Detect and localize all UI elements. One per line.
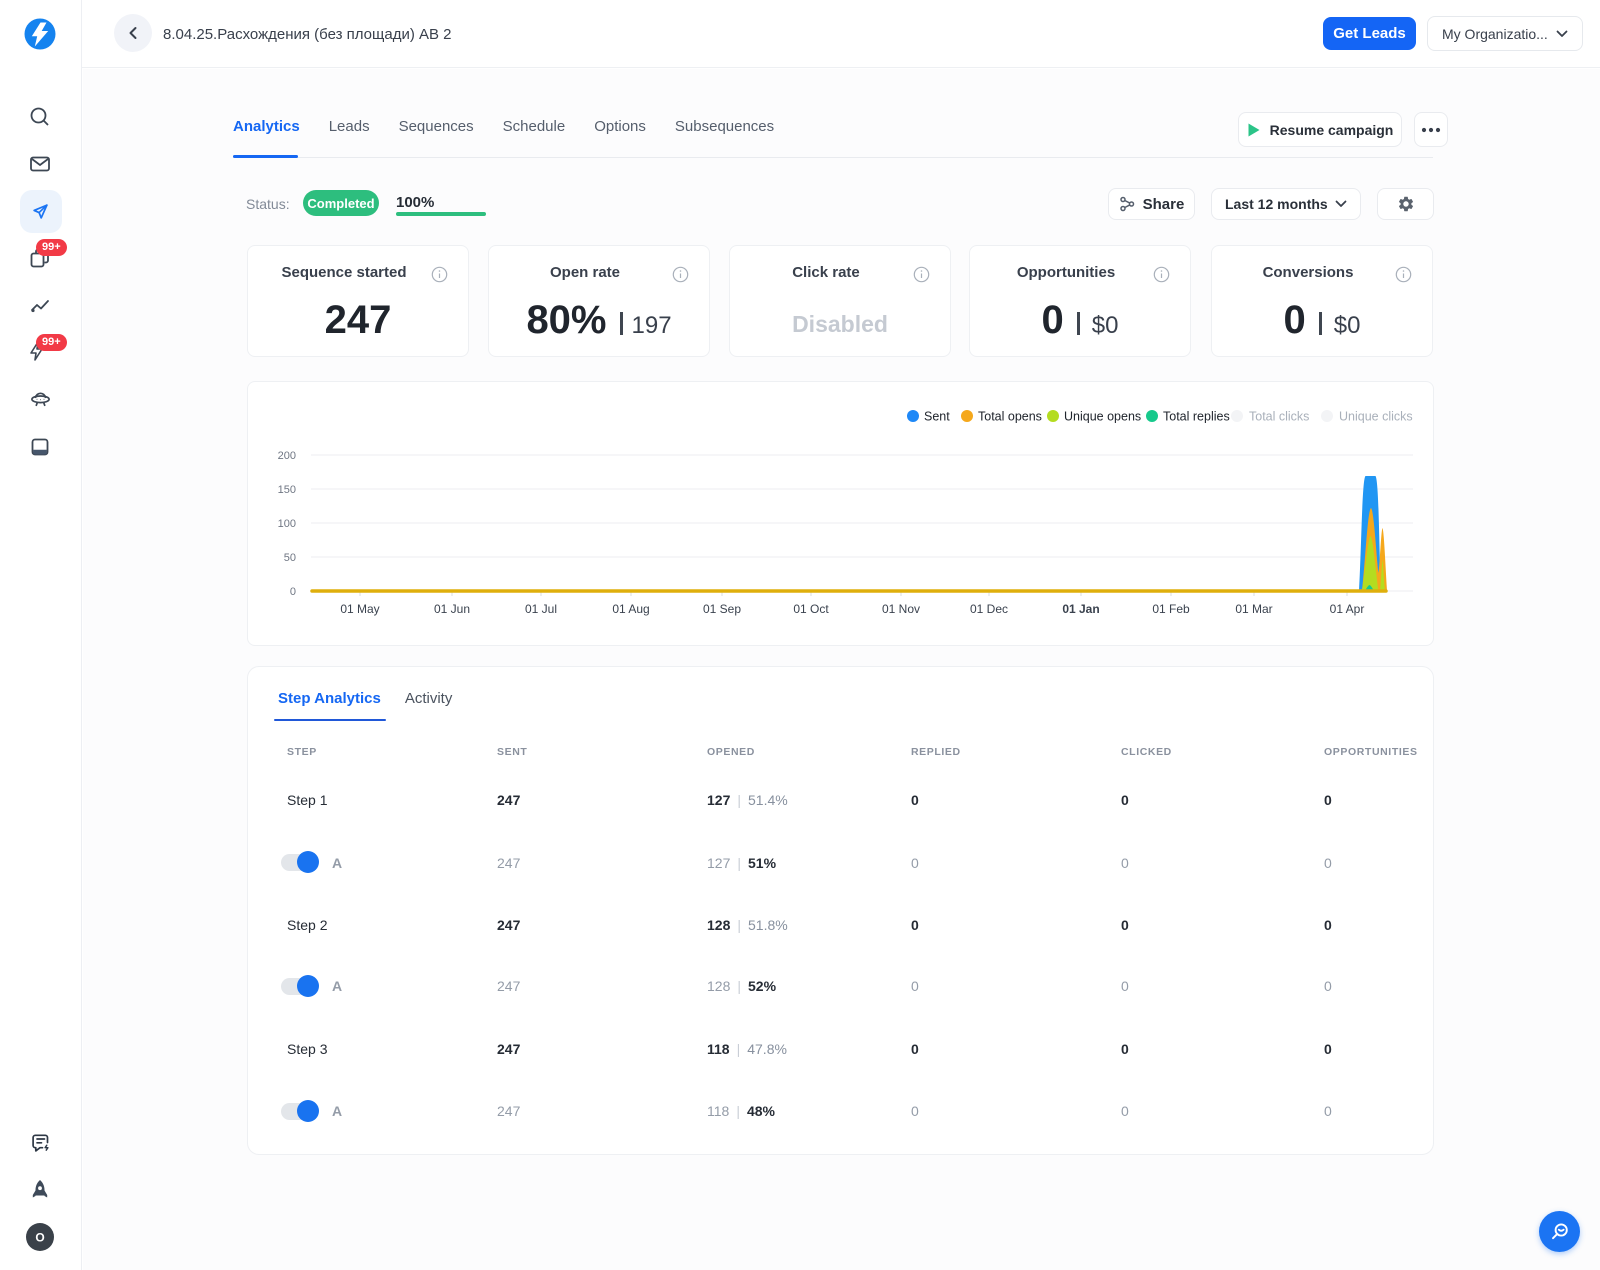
svg-text:200: 200 — [278, 450, 296, 462]
svg-text:01 Feb: 01 Feb — [1152, 602, 1190, 616]
svg-text:Unique clicks: Unique clicks — [1339, 410, 1413, 424]
svg-text:01 Nov: 01 Nov — [882, 602, 920, 616]
svg-text:50: 50 — [284, 552, 296, 564]
svg-text:0: 0 — [290, 586, 296, 598]
svg-text:01 Jul: 01 Jul — [525, 602, 557, 616]
svg-text:Total clicks: Total clicks — [1249, 410, 1309, 424]
svg-text:150: 150 — [278, 484, 296, 496]
svg-text:01 Oct: 01 Oct — [793, 602, 829, 616]
svg-text:01 May: 01 May — [340, 602, 379, 616]
svg-text:Total replies: Total replies — [1163, 410, 1230, 424]
svg-text:01 Dec: 01 Dec — [970, 602, 1008, 616]
svg-text:01 Aug: 01 Aug — [612, 602, 649, 616]
svg-text:100: 100 — [278, 518, 296, 530]
svg-text:01 Jan: 01 Jan — [1062, 602, 1099, 616]
svg-text:01 Apr: 01 Apr — [1330, 602, 1365, 616]
svg-text:Total opens: Total opens — [978, 410, 1042, 424]
svg-text:01 Mar: 01 Mar — [1235, 602, 1272, 616]
svg-text:Unique opens: Unique opens — [1064, 410, 1141, 424]
svg-text:01 Jun: 01 Jun — [434, 602, 470, 616]
svg-text:01 Sep: 01 Sep — [703, 602, 741, 616]
svg-text:Sent: Sent — [924, 410, 950, 424]
svg-text:O: O — [35, 1231, 44, 1245]
